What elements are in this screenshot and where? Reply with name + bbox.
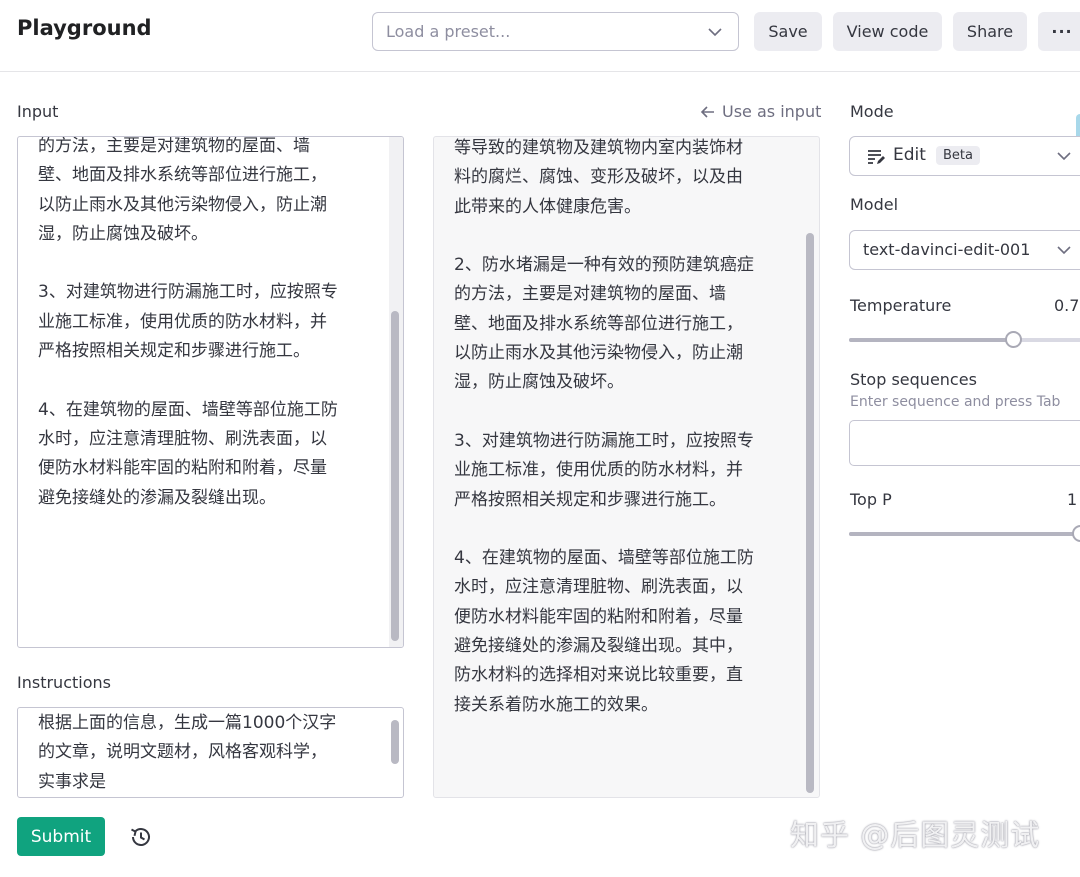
chevron-down-icon xyxy=(708,28,722,37)
chevron-down-icon xyxy=(1057,152,1071,161)
top-p-slider-handle[interactable] xyxy=(1072,525,1080,542)
arrow-left-icon xyxy=(700,105,714,118)
output-text: 等导致的建筑物及建筑物内室内装饰材 料的腐烂、腐蚀、变形及破坏，以及由 此带来的… xyxy=(454,138,754,715)
mode-value: Edit xyxy=(893,145,926,165)
stop-sequences-label: Stop sequences xyxy=(850,370,977,389)
top-bar: Playground Load a preset... Save View co… xyxy=(0,0,1080,72)
model-label: Model xyxy=(850,195,899,214)
history-icon[interactable] xyxy=(128,824,154,850)
stop-sequences-hint: Enter sequence and press Tab xyxy=(850,394,1061,410)
edit-mode-icon xyxy=(868,150,885,164)
more-options-button[interactable]: ··· xyxy=(1038,12,1080,51)
page-title: Playground xyxy=(17,16,152,40)
temperature-label: Temperature xyxy=(850,296,952,315)
share-button[interactable]: Share xyxy=(953,12,1027,51)
use-as-input-label: Use as input xyxy=(722,102,822,121)
mode-label: Mode xyxy=(850,102,894,121)
input-text: 的方法，主要是对建筑物的屋面、墙 壁、地面及排水系统等部位进行施工， 以防止雨水… xyxy=(38,136,338,508)
watermark: 知乎 @后图灵测试 xyxy=(790,818,1041,852)
top-p-label: Top P xyxy=(850,490,892,509)
top-p-value[interactable]: 1 xyxy=(1067,490,1077,509)
temperature-value[interactable]: 0.7 xyxy=(1054,296,1079,315)
top-p-slider-fill xyxy=(849,532,1080,536)
model-select[interactable]: text-davinci-edit-001 xyxy=(849,230,1080,270)
beta-badge: Beta xyxy=(936,146,980,165)
view-code-button[interactable]: View code xyxy=(833,12,942,51)
top-p-slider[interactable] xyxy=(849,525,1080,542)
instructions-label: Instructions xyxy=(17,673,111,692)
input-scrollbar[interactable] xyxy=(391,311,399,641)
preset-select[interactable]: Load a preset... xyxy=(372,12,739,51)
mode-select[interactable]: Edit Beta xyxy=(849,136,1080,176)
preset-placeholder: Load a preset... xyxy=(386,22,511,41)
output-scrollbar[interactable] xyxy=(806,233,814,793)
model-value: text-davinci-edit-001 xyxy=(863,240,1031,259)
instructions-textarea[interactable]: 根据上面的信息，生成一篇1000个汉字 的文章，说明文题材，风格客观科学， 实事… xyxy=(17,707,404,798)
instructions-scrollbar[interactable] xyxy=(391,720,399,764)
save-button[interactable]: Save xyxy=(754,12,822,51)
instructions-text: 根据上面的信息，生成一篇1000个汉字 的文章，说明文题材，风格客观科学， 实事… xyxy=(38,713,337,792)
input-textarea[interactable]: 的方法，主要是对建筑物的屋面、墙 壁、地面及排水系统等部位进行施工， 以防止雨水… xyxy=(17,136,404,648)
output-panel: 等导致的建筑物及建筑物内室内装饰材 料的腐烂、腐蚀、变形及破坏，以及由 此带来的… xyxy=(433,136,820,798)
temperature-slider-fill xyxy=(849,338,1013,342)
use-as-input-button[interactable]: Use as input xyxy=(700,102,821,121)
input-label: Input xyxy=(17,102,59,121)
chevron-down-icon xyxy=(1057,246,1071,255)
stop-sequences-input[interactable] xyxy=(849,420,1080,466)
temperature-slider-handle[interactable] xyxy=(1005,331,1022,348)
submit-button[interactable]: Submit xyxy=(17,817,105,856)
temperature-slider[interactable] xyxy=(849,331,1080,348)
